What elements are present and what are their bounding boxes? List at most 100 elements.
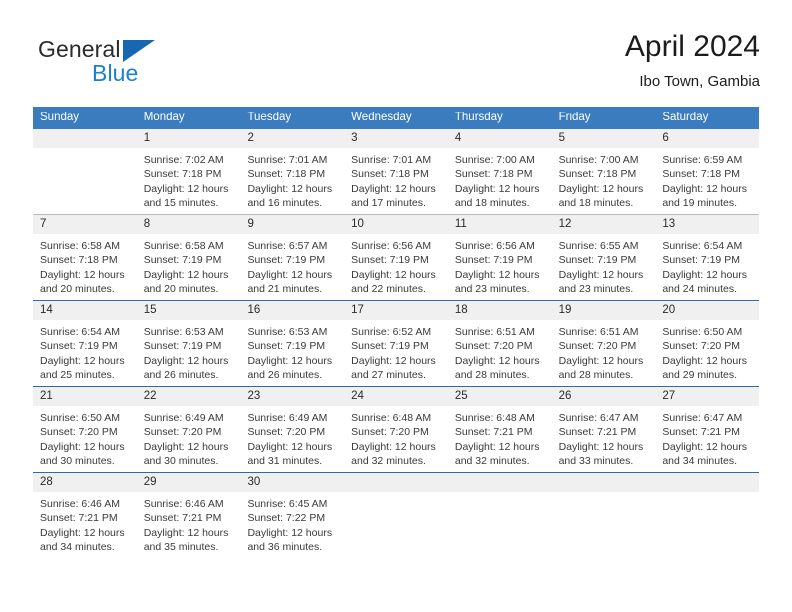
sunrise-text: Sunrise: 6:59 AM — [662, 154, 743, 167]
calendar-day-cell[interactable]: 1 Sunrise: 7:02 AM Sunset: 7:18 PM Daylight… — [136, 129, 241, 214]
day-number-band: 1 — [136, 129, 241, 149]
general-blue-logo[interactable]: General Blue — [32, 28, 232, 88]
calendar-day-cell[interactable]: 7 Sunrise: 6:58 AM Sunset: 7:18 PM Daylight… — [33, 215, 137, 300]
day-details: Sunrise: 7:01 AM Sunset: 7:18 PM Daylight:… — [344, 148, 448, 214]
calendar-day-cell[interactable]: 26 Sunrise: 6:47 AM Sunset: 7:21 PM Dayligh… — [551, 387, 656, 472]
sunrise-text: Sunrise: 7:00 AM — [558, 154, 639, 167]
calendar-day-cell[interactable]: 4 Sunrise: 7:00 AM Sunset: 7:18 PM Daylight… — [447, 129, 552, 214]
daylight-text-line1: Daylight: 12 hours — [454, 268, 540, 281]
daylight-text-line2: and 31 minutes. — [247, 454, 323, 467]
calendar-day-cell[interactable]: 22 Sunrise: 6:49 AM Sunset: 7:20 PM Dayligh… — [136, 387, 241, 472]
calendar-day-cell[interactable]: 24 Sunrise: 6:48 AM Sunset: 7:20 PM Dayligh… — [344, 387, 448, 472]
day-details: Sunrise: 6:55 AM Sunset: 7:19 PM Daylight:… — [552, 234, 656, 300]
daylight-text-line2: and 18 minutes. — [454, 196, 530, 209]
calendar-day-cell-empty — [33, 129, 137, 214]
daylight-text-line1: Daylight: 12 hours — [247, 440, 333, 453]
calendar-day-cell[interactable]: 8 Sunrise: 6:58 AM Sunset: 7:19 PM Daylight… — [136, 215, 241, 300]
sunset-text: Sunset: 7:18 PM — [40, 254, 118, 267]
calendar-day-cell[interactable]: 10 Sunrise: 6:56 AM Sunset: 7:19 PM Dayligh… — [344, 215, 448, 300]
sunset-text: Sunset: 7:19 PM — [558, 254, 637, 267]
day-number-band: 26 — [551, 387, 656, 407]
day-details: Sunrise: 7:00 AM Sunset: 7:18 PM Daylight:… — [448, 148, 552, 214]
sunrise-text: Sunrise: 7:01 AM — [351, 154, 432, 167]
day-number-band: 29 — [136, 473, 241, 493]
daylight-text-line2: and 34 minutes. — [40, 540, 115, 553]
sunrise-text: Sunrise: 6:58 AM — [40, 240, 120, 253]
daylight-text-line2: and 30 minutes. — [143, 454, 219, 467]
sunrise-text: Sunrise: 6:49 AM — [143, 412, 224, 425]
day-number-band: 9 — [240, 215, 345, 235]
calendar-day-cell[interactable]: 27 Sunrise: 6:47 AM Sunset: 7:21 PM Dayligh… — [655, 387, 760, 472]
calendar-day-cell[interactable]: 30 Sunrise: 6:45 AM Sunset: 7:22 PM Dayligh… — [240, 473, 345, 558]
sunset-text: Sunset: 7:18 PM — [351, 168, 429, 181]
calendar-day-cell[interactable]: 21 Sunrise: 6:50 AM Sunset: 7:20 PM Dayligh… — [33, 387, 137, 472]
day-number-band — [447, 473, 552, 493]
day-details — [655, 492, 759, 558]
calendar-day-cell[interactable]: 12 Sunrise: 6:55 AM Sunset: 7:19 PM Dayligh… — [551, 215, 656, 300]
sunset-text: Sunset: 7:18 PM — [558, 168, 637, 181]
calendar-day-cell[interactable]: 18 Sunrise: 6:51 AM Sunset: 7:20 PM Dayligh… — [447, 301, 552, 386]
weekday-header-monday: Monday — [143, 112, 185, 124]
calendar-day-cell-empty — [655, 473, 760, 558]
day-details: Sunrise: 6:46 AM Sunset: 7:21 PM Daylight:… — [33, 492, 137, 558]
calendar-week-row: 7 Sunrise: 6:58 AM Sunset: 7:18 PM Daylight… — [33, 214, 760, 300]
day-details: Sunrise: 6:51 AM Sunset: 7:20 PM Daylight:… — [552, 320, 656, 386]
daylight-text-line1: Daylight: 12 hours — [454, 440, 540, 453]
daylight-text-line1: Daylight: 12 hours — [143, 354, 229, 367]
sunrise-text: Sunrise: 6:52 AM — [351, 326, 432, 339]
day-number: 25 — [454, 389, 468, 402]
weekday-header-thursday: Thursday — [454, 112, 503, 124]
sunset-text: Sunset: 7:19 PM — [247, 254, 326, 267]
calendar-day-cell[interactable]: 14 Sunrise: 6:54 AM Sunset: 7:19 PM Dayligh… — [33, 301, 137, 386]
day-details — [448, 492, 552, 558]
sunset-text: Sunset: 7:21 PM — [454, 426, 533, 439]
calendar-day-cell[interactable]: 16 Sunrise: 6:53 AM Sunset: 7:19 PM Dayligh… — [240, 301, 345, 386]
calendar-day-cell[interactable]: 19 Sunrise: 6:51 AM Sunset: 7:20 PM Dayligh… — [551, 301, 656, 386]
calendar-day-cell[interactable]: 5 Sunrise: 7:00 AM Sunset: 7:18 PM Daylight… — [551, 129, 656, 214]
day-number: 9 — [247, 217, 254, 230]
calendar-day-cell[interactable]: 6 Sunrise: 6:59 AM Sunset: 7:18 PM Daylight… — [655, 129, 760, 214]
page-header: General Blue April 2024 Ibo Town, Gambia — [0, 0, 792, 90]
sunrise-text: Sunrise: 6:57 AM — [247, 240, 328, 253]
calendar-day-cell[interactable]: 17 Sunrise: 6:52 AM Sunset: 7:19 PM Dayligh… — [344, 301, 448, 386]
daylight-text-line2: and 28 minutes. — [454, 368, 530, 381]
calendar-day-cell[interactable]: 9 Sunrise: 6:57 AM Sunset: 7:19 PM Daylight… — [240, 215, 345, 300]
daylight-text-line1: Daylight: 12 hours — [40, 268, 125, 281]
sunset-text: Sunset: 7:21 PM — [558, 426, 637, 439]
calendar-day-cell[interactable]: 20 Sunrise: 6:50 AM Sunset: 7:20 PM Dayligh… — [655, 301, 760, 386]
calendar-day-cell[interactable]: 3 Sunrise: 7:01 AM Sunset: 7:18 PM Daylight… — [344, 129, 448, 214]
calendar-day-cell[interactable]: 28 Sunrise: 6:46 AM Sunset: 7:21 PM Dayligh… — [33, 473, 137, 558]
calendar-day-cell[interactable]: 11 Sunrise: 6:56 AM Sunset: 7:19 PM Dayligh… — [447, 215, 552, 300]
weekday-header-saturday: Saturday — [662, 112, 709, 124]
calendar-week-row: 21 Sunrise: 6:50 AM Sunset: 7:20 PM Dayligh… — [33, 386, 760, 472]
day-details: Sunrise: 6:51 AM Sunset: 7:20 PM Daylight:… — [448, 320, 552, 386]
day-number-band: 3 — [344, 129, 448, 149]
daylight-text-line2: and 18 minutes. — [558, 196, 634, 209]
sunrise-text: Sunrise: 6:53 AM — [143, 326, 224, 339]
daylight-text-line2: and 15 minutes. — [143, 196, 219, 209]
daylight-text-line2: and 29 minutes. — [662, 368, 738, 381]
calendar-day-cell-empty — [551, 473, 656, 558]
calendar-day-cell[interactable]: 15 Sunrise: 6:53 AM Sunset: 7:19 PM Dayligh… — [136, 301, 241, 386]
daylight-text-line2: and 36 minutes. — [247, 540, 323, 553]
day-number-band: 24 — [344, 387, 448, 407]
calendar-day-cell[interactable]: 23 Sunrise: 6:49 AM Sunset: 7:20 PM Dayligh… — [240, 387, 345, 472]
calendar-day-cell[interactable]: 25 Sunrise: 6:48 AM Sunset: 7:21 PM Dayligh… — [447, 387, 552, 472]
calendar-day-cell[interactable]: 29 Sunrise: 6:46 AM Sunset: 7:21 PM Dayligh… — [136, 473, 241, 558]
sunrise-text: Sunrise: 6:50 AM — [40, 412, 120, 425]
sunset-text: Sunset: 7:20 PM — [351, 426, 429, 439]
day-details: Sunrise: 7:02 AM Sunset: 7:18 PM Daylight:… — [137, 148, 241, 214]
calendar-day-cell[interactable]: 13 Sunrise: 6:54 AM Sunset: 7:19 PM Dayligh… — [655, 215, 760, 300]
day-details: Sunrise: 7:00 AM Sunset: 7:18 PM Daylight:… — [552, 148, 656, 214]
calendar-day-cell[interactable]: 2 Sunrise: 7:01 AM Sunset: 7:18 PM Daylight… — [240, 129, 345, 214]
day-details — [33, 148, 137, 214]
sunset-text: Sunset: 7:18 PM — [454, 168, 533, 181]
day-number-band: 4 — [447, 129, 552, 149]
sunset-text: Sunset: 7:19 PM — [454, 254, 533, 267]
day-number: 30 — [247, 475, 261, 488]
daylight-text-line1: Daylight: 12 hours — [662, 354, 747, 367]
day-number-band: 28 — [33, 473, 137, 493]
day-number-band: 16 — [240, 301, 345, 321]
calendar-page: General Blue April 2024 Ibo Town, Gambia… — [0, 0, 792, 612]
sunset-text: Sunset: 7:19 PM — [143, 254, 222, 267]
